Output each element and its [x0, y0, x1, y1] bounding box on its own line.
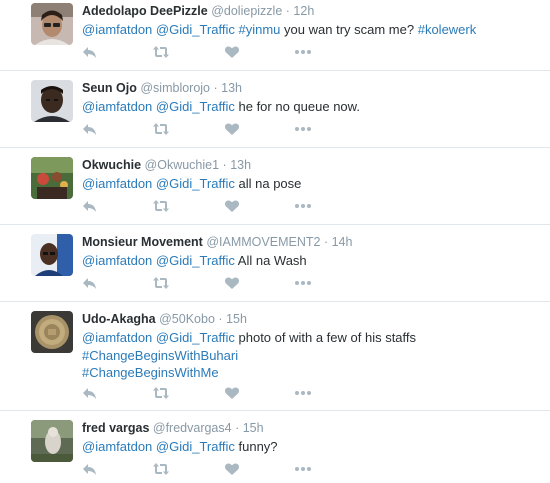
tweet-text: @iamfatdon @Gidi_Traffic all na pose — [82, 175, 542, 193]
author-name[interactable]: Seun Ojo — [82, 81, 137, 95]
reply-icon[interactable] — [82, 198, 98, 214]
tweet-text: @iamfatdon @Gidi_Traffic #yinmu you wan … — [82, 21, 542, 39]
tweet: Okwuchie @Okwuchie1 · 13h @iamfatdon @Gi… — [0, 148, 550, 225]
timestamp[interactable]: 13h — [221, 81, 242, 95]
heart-icon[interactable] — [224, 198, 240, 214]
tweet-text: @iamfatdon @Gidi_Traffic photo of with a… — [82, 329, 542, 382]
heart-icon[interactable] — [224, 44, 240, 60]
timestamp[interactable]: 15h — [226, 312, 247, 326]
author-name[interactable]: Okwuchie — [82, 158, 141, 172]
tweet-body: he for no queue now. — [238, 99, 360, 114]
author-handle[interactable]: @50Kobo — [159, 312, 215, 326]
mention-link[interactable]: @iamfatdon — [82, 330, 152, 345]
hashtag-link[interactable]: #ChangeBeginsWithBuhari — [82, 348, 238, 363]
retweet-icon[interactable] — [152, 121, 169, 137]
tweet-body: all na pose — [238, 176, 302, 191]
mention-link[interactable]: @Gidi_Traffic — [156, 330, 235, 345]
separator-dot: · — [218, 312, 223, 326]
timestamp[interactable]: 13h — [230, 158, 251, 172]
hashtag-link[interactable]: #ChangeBeginsWithMe — [82, 365, 219, 380]
reply-icon[interactable] — [82, 461, 98, 477]
hashtag-link[interactable]: #kolewerk — [418, 22, 477, 37]
tweet-text: @iamfatdon @Gidi_Traffic funny? — [82, 438, 542, 456]
author-name[interactable]: Adedolapo DeePizzle — [82, 4, 208, 18]
avatar[interactable] — [31, 157, 73, 199]
tweet-body: funny? — [238, 439, 278, 454]
avatar[interactable] — [31, 3, 73, 45]
tweet-text: @iamfatdon @Gidi_Traffic All na Wash — [82, 252, 542, 270]
timestamp[interactable]: 15h — [243, 421, 264, 435]
more-icon[interactable] — [294, 44, 311, 60]
heart-icon[interactable] — [224, 121, 240, 137]
mention-link[interactable]: @iamfatdon — [82, 22, 152, 37]
tweet: Seun Ojo @simblorojo · 13h @iamfatdon @G… — [0, 71, 550, 148]
timestamp[interactable]: 12h — [293, 4, 314, 18]
tweet-body: photo of with a few of his staffs — [238, 330, 417, 345]
avatar[interactable] — [31, 311, 73, 353]
avatar[interactable] — [31, 234, 73, 276]
retweet-icon[interactable] — [152, 461, 169, 477]
author-handle[interactable]: @IAMMOVEMENT2 — [206, 235, 320, 249]
author-name[interactable]: Udo-Akagha — [82, 312, 156, 326]
author-handle[interactable]: @Okwuchie1 — [145, 158, 220, 172]
mention-link[interactable]: @Gidi_Traffic — [156, 176, 235, 191]
mention-link[interactable]: @iamfatdon — [82, 439, 152, 454]
heart-icon[interactable] — [224, 385, 240, 401]
heart-icon[interactable] — [224, 275, 240, 291]
separator-dot: · — [222, 158, 227, 172]
separator-dot: · — [235, 421, 240, 435]
mention-link[interactable]: @Gidi_Traffic — [156, 99, 235, 114]
reply-icon[interactable] — [82, 121, 98, 137]
tweet-text: @iamfatdon @Gidi_Traffic he for no queue… — [82, 98, 542, 116]
avatar[interactable] — [31, 420, 73, 462]
tweet-body: you wan try scam me? — [284, 22, 415, 37]
author-name[interactable]: Monsieur Movement — [82, 235, 203, 249]
author-handle[interactable]: @doliepizzle — [211, 4, 282, 18]
separator-dot: · — [323, 235, 329, 249]
mention-link[interactable]: @Gidi_Traffic — [156, 439, 235, 454]
heart-icon[interactable] — [224, 461, 240, 477]
more-icon[interactable] — [294, 461, 311, 477]
more-icon[interactable] — [294, 275, 311, 291]
author-handle[interactable]: @fredvargas4 — [153, 421, 232, 435]
tweet-feed: Adedolapo DeePizzle @doliepizzle · 12h @… — [0, 0, 550, 483]
separator-dot: · — [213, 81, 218, 95]
tweet-body: All na Wash — [237, 253, 307, 268]
tweet: fred vargas @fredvargas4 · 15h @iamfatdo… — [0, 411, 550, 483]
reply-icon[interactable] — [82, 385, 98, 401]
mention-link[interactable]: @iamfatdon — [82, 253, 152, 268]
retweet-icon[interactable] — [152, 198, 169, 214]
mention-link[interactable]: @Gidi_Traffic — [156, 253, 235, 268]
tweet: Monsieur Movement @IAMMOVEMENT2 · 14h @i… — [0, 225, 550, 302]
mention-link[interactable]: @Gidi_Traffic — [156, 22, 235, 37]
timestamp[interactable]: 14h — [332, 235, 353, 249]
more-icon[interactable] — [294, 385, 311, 401]
author-handle[interactable]: @simblorojo — [140, 81, 210, 95]
more-icon[interactable] — [294, 198, 311, 214]
avatar[interactable] — [31, 80, 73, 122]
reply-icon[interactable] — [82, 275, 98, 291]
tweet: Adedolapo DeePizzle @doliepizzle · 12h @… — [0, 0, 550, 71]
tweet: Udo-Akagha @50Kobo · 15h @iamfatdon @Gid… — [0, 302, 550, 411]
reply-icon[interactable] — [82, 44, 98, 60]
mention-link[interactable]: @iamfatdon — [82, 176, 152, 191]
retweet-icon[interactable] — [152, 44, 169, 60]
more-icon[interactable] — [294, 121, 311, 137]
separator-dot: · — [285, 4, 290, 18]
retweet-icon[interactable] — [152, 275, 169, 291]
mention-link[interactable]: @iamfatdon — [82, 99, 152, 114]
author-name[interactable]: fred vargas — [82, 421, 149, 435]
retweet-icon[interactable] — [152, 385, 169, 401]
hashtag-link[interactable]: #yinmu — [239, 22, 281, 37]
